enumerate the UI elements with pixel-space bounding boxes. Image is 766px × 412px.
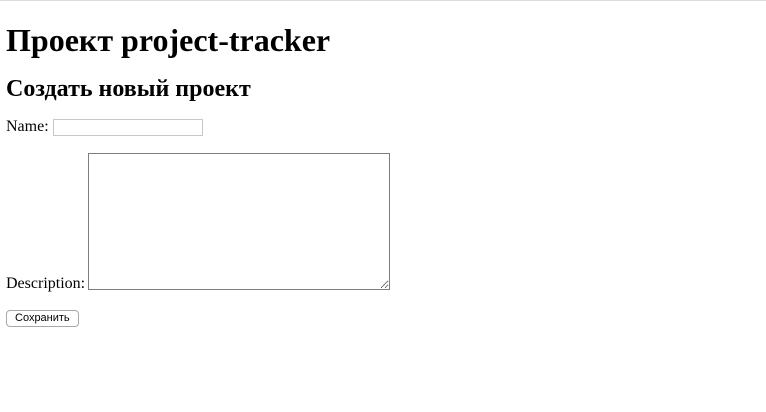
name-row: Name: [6,116,756,138]
new-project-form: Name: Description: Сохранить [6,116,756,327]
page-title: Проект project-tracker [6,22,331,58]
page-content: Проект project-tracker Создать новый про… [6,0,756,327]
description-label: Description: [6,275,86,292]
form-heading: Создать новый проект [6,76,251,102]
save-button[interactable]: Сохранить [6,310,79,327]
name-input[interactable] [52,118,203,136]
name-label: Name: [6,118,49,135]
description-row: Description: [6,153,756,292]
description-textarea[interactable] [88,153,391,290]
